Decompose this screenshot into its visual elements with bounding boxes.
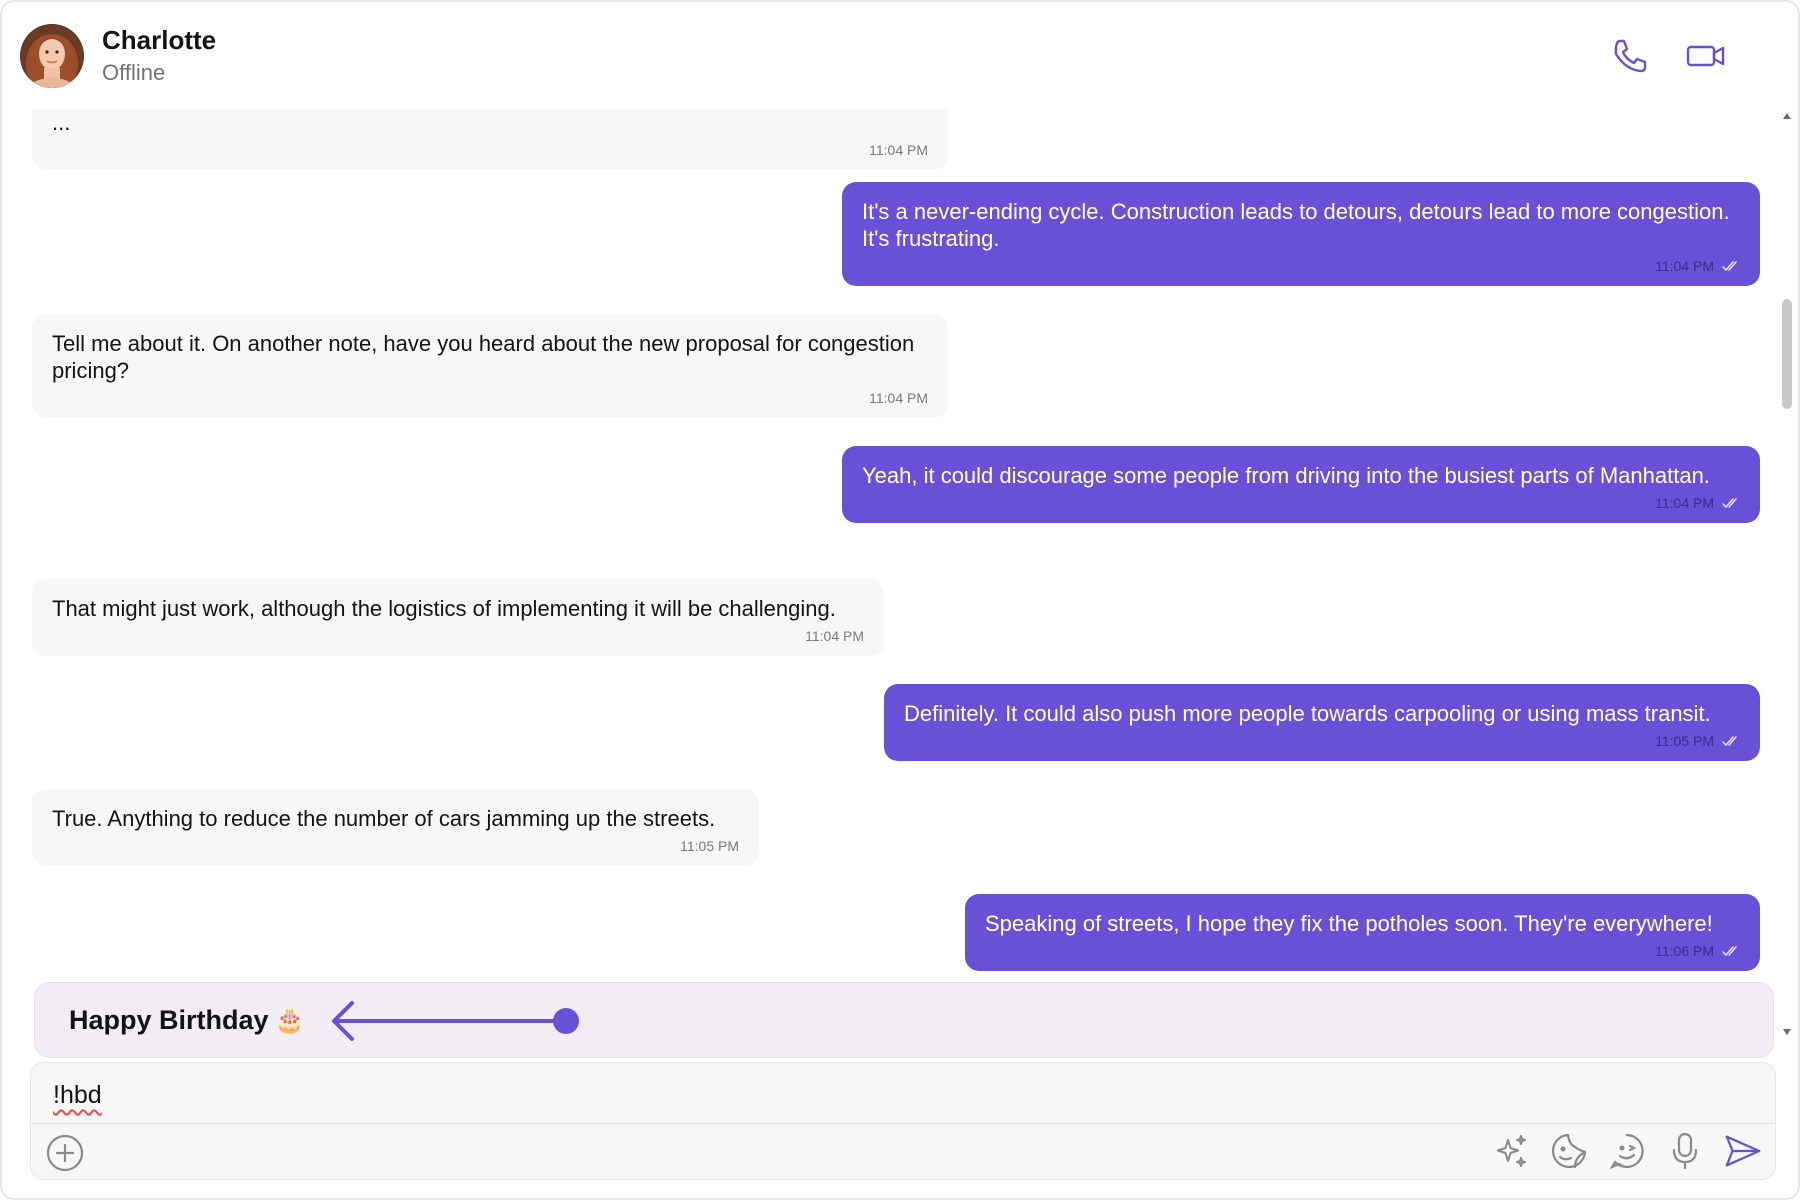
message-list[interactable]: ... 11:04 PM It's a never-ending cycle. … <box>2 109 1782 979</box>
scroll-down-arrow[interactable] <box>1783 1029 1791 1035</box>
smart-suggestion[interactable]: Happy Birthday 🎂 <box>34 982 1774 1058</box>
swipe-arrow-icon <box>332 1001 579 1041</box>
message-text: Yeah, it could discourage some people fr… <box>862 463 1710 488</box>
ai-sparkle-icon[interactable] <box>1491 1131 1531 1171</box>
read-receipt-icon <box>1722 498 1737 509</box>
avatar[interactable] <box>20 23 84 88</box>
message-input-value: !hbd <box>53 1081 102 1109</box>
message-text: That might just work, although the logis… <box>52 596 836 621</box>
message-time: 11:04 PM <box>1655 258 1714 274</box>
message-meta: 11:05 PM <box>52 838 739 854</box>
message-outgoing[interactable]: Yeah, it could discourage some people fr… <box>842 446 1760 523</box>
message-text: Tell me about it. On another note, have … <box>52 331 915 383</box>
read-receipt-icon <box>1722 946 1737 957</box>
message-meta: 11:04 PM <box>862 258 1740 274</box>
scroll-thumb[interactable] <box>1782 299 1792 409</box>
read-receipt-icon <box>1722 736 1737 747</box>
message-incoming[interactable]: Tell me about it. On another note, have … <box>32 314 948 418</box>
message-meta: 11:04 PM <box>862 495 1740 511</box>
scroll-up-arrow[interactable] <box>1783 113 1791 119</box>
message-outgoing[interactable]: It's a never-ending cycle. Construction … <box>842 182 1760 286</box>
message-time: 11:04 PM <box>869 390 928 406</box>
message-time: 11:04 PM <box>805 628 864 644</box>
message-incoming[interactable]: True. Anything to reduce the number of c… <box>32 789 759 866</box>
message-meta: 11:04 PM <box>52 390 928 406</box>
message-text: ... <box>52 110 71 135</box>
message-input[interactable]: !hbd <box>53 1077 1253 1117</box>
message-time: 11:06 PM <box>1655 943 1714 959</box>
composer-actions-right <box>1491 1131 1763 1171</box>
message-time: 11:05 PM <box>680 838 739 854</box>
message-composer: !hbd <box>30 1062 1776 1180</box>
message-text: Speaking of streets, I hope they fix the… <box>985 911 1713 936</box>
message-scrollbar[interactable] <box>1778 109 1798 1039</box>
send-icon[interactable] <box>1723 1131 1763 1171</box>
message-incoming[interactable]: That might just work, although the logis… <box>32 579 884 656</box>
header-actions <box>1608 34 1728 78</box>
suggestion-text: Happy Birthday <box>69 1004 269 1035</box>
composer-actions-left <box>45 1133 85 1173</box>
user-name[interactable]: Charlotte <box>102 24 216 56</box>
message-time: 11:05 PM <box>1655 733 1714 749</box>
message-meta: 11:04 PM <box>52 628 864 644</box>
message-text: True. Anything to reduce the number of c… <box>52 806 716 831</box>
message-incoming[interactable]: ... 11:04 PM <box>32 109 948 170</box>
message-text: Definitely. It could also push more peop… <box>904 701 1711 726</box>
phone-icon[interactable] <box>1608 34 1652 78</box>
read-receipt-icon <box>1722 261 1737 272</box>
cake-icon: 🎂 <box>274 1006 305 1034</box>
user-status: Offline <box>102 59 166 85</box>
message-meta: 11:06 PM <box>985 943 1740 959</box>
user-meta: Charlotte Offline <box>102 24 216 88</box>
message-time: 11:04 PM <box>1655 495 1714 511</box>
composer-divider <box>31 1123 1775 1124</box>
message-meta: 11:05 PM <box>904 733 1740 749</box>
message-text: It's a never-ending cycle. Construction … <box>862 199 1730 251</box>
chat-window: Charlotte Offline ... 11:04 PM It's a ne… <box>0 0 1800 1200</box>
sticker-icon[interactable] <box>1549 1131 1589 1171</box>
microphone-icon[interactable] <box>1665 1131 1705 1171</box>
message-outgoing[interactable]: Speaking of streets, I hope they fix the… <box>965 894 1760 971</box>
message-meta: 11:04 PM <box>52 142 928 158</box>
chat-header: Charlotte Offline <box>2 2 1798 109</box>
emoji-icon[interactable] <box>1607 1131 1647 1171</box>
message-outgoing[interactable]: Definitely. It could also push more peop… <box>884 684 1760 761</box>
add-icon[interactable] <box>45 1133 85 1173</box>
video-call-icon[interactable] <box>1684 34 1728 78</box>
message-time: 11:04 PM <box>869 142 928 158</box>
